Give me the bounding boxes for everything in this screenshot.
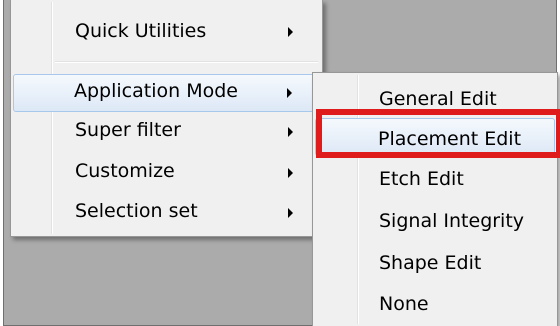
menu-item-label: General Edit	[379, 88, 497, 110]
context-menu: Quick Utilities Application Mode Super f…	[10, 0, 323, 237]
submenu-item-etch-edit[interactable]: Etch Edit	[315, 161, 555, 199]
menu-item-application-mode[interactable]: Application Mode	[13, 74, 320, 112]
submenu-arrow-icon	[287, 88, 292, 98]
menu-item-label: Quick Utilities	[75, 20, 207, 42]
submenu-item-shape-edit[interactable]: Shape Edit	[315, 247, 555, 285]
menu-item-selection-set[interactable]: Selection set	[13, 194, 320, 232]
menu-item-customize[interactable]: Customize	[13, 154, 320, 192]
submenu-item-signal-integrity[interactable]: Signal Integrity	[315, 204, 555, 242]
highlight-callout-box	[316, 109, 560, 158]
menu-separator	[55, 61, 318, 63]
menu-item-label: Customize	[75, 160, 175, 182]
menu-item-label: Application Mode	[74, 80, 238, 102]
submenu-arrow-icon	[288, 127, 293, 137]
menu-item-label: Signal Integrity	[379, 210, 525, 232]
menu-item-label: Selection set	[75, 200, 198, 222]
menu-item-quick-utilities[interactable]: Quick Utilities	[13, 14, 320, 50]
menu-item-label: Shape Edit	[379, 252, 482, 274]
submenu-item-none[interactable]: None	[315, 288, 555, 324]
submenu-arrow-icon	[288, 208, 293, 218]
menu-item-label: None	[379, 293, 429, 315]
menu-item-super-filter[interactable]: Super filter	[13, 113, 320, 151]
submenu-arrow-icon	[288, 168, 293, 178]
submenu-arrow-icon	[288, 27, 293, 37]
menu-item-label: Super filter	[75, 119, 181, 141]
menu-item-label: Etch Edit	[379, 168, 464, 190]
